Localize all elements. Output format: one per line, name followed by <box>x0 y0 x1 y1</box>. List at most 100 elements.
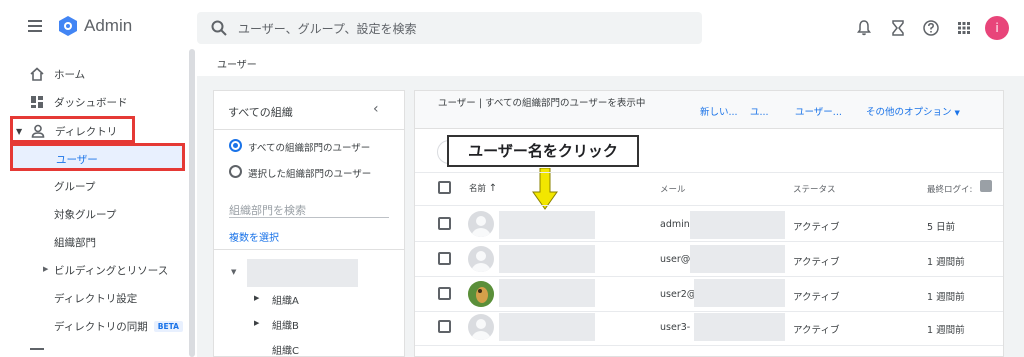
user-status: アクティブ <box>793 222 840 233</box>
org-search-placeholder: 組織部門を検索 <box>229 204 306 217</box>
sidebar-scrollbar[interactable] <box>189 49 195 357</box>
row-checkbox[interactable] <box>438 252 451 265</box>
divider <box>415 172 1003 173</box>
email-redacted <box>690 245 785 273</box>
home-icon <box>30 67 44 81</box>
sidebar-item-directory[interactable]: ▼ ディレクトリ <box>10 116 135 143</box>
column-name-label: 名前 <box>469 184 487 194</box>
sidebar-item-label: ユーザー <box>56 154 98 166</box>
user-name-redacted[interactable] <box>499 245 595 273</box>
download-users-button[interactable]: ユーザー... <box>795 104 842 118</box>
caret-down-icon[interactable]: ▼ <box>231 268 236 276</box>
column-last-login[interactable]: 最終ログイ: <box>927 183 972 195</box>
sidebar-item-label: グループ <box>54 181 96 193</box>
user-email: admin <box>660 219 690 230</box>
sidebar-item-groups[interactable]: グループ <box>0 173 185 199</box>
sidebar-item-users[interactable]: ユーザー <box>10 143 185 171</box>
down-arrow-icon <box>532 168 558 210</box>
sync-label: ディレクトリの同期 <box>54 321 148 333</box>
caret-down-icon: ▼ <box>954 109 960 117</box>
row-checkbox[interactable] <box>438 320 451 333</box>
email-redacted <box>690 211 785 239</box>
user-status: アクティブ <box>793 292 840 303</box>
user-avatar <box>468 211 494 237</box>
sidebar-item-label: ディレクトリ設定 <box>54 293 138 305</box>
sidebar-item-home[interactable]: ホーム <box>0 61 185 87</box>
org-root-redacted <box>247 259 358 287</box>
user-name-redacted[interactable] <box>499 279 595 307</box>
search-icon <box>211 20 227 36</box>
caret-right-icon[interactable]: ▶ <box>254 319 259 327</box>
account-avatar[interactable]: i <box>985 16 1009 40</box>
sidebar-item-label: ディレクトリの同期 BETA <box>54 319 183 334</box>
sidebar-item-label: ディレクトリ <box>55 126 118 138</box>
bell-icon[interactable] <box>855 19 873 37</box>
sort-arrow-icon: ↑ <box>488 183 498 194</box>
bulk-update-button[interactable]: ユ... <box>750 104 769 118</box>
hourglass-icon[interactable] <box>889 19 907 37</box>
menu-icon[interactable] <box>28 20 42 32</box>
sidebar-item-label: ビルディングとリソース <box>54 265 169 277</box>
email-redacted <box>694 313 785 341</box>
user-status: アクティブ <box>793 257 840 268</box>
app-brand: Admin <box>84 16 133 35</box>
column-email[interactable]: メール <box>660 183 686 195</box>
org-panel <box>213 90 405 357</box>
dashboard-icon <box>31 96 43 108</box>
sidebar-item-directory-sync[interactable]: ディレクトリの同期 BETA <box>0 313 185 339</box>
help-icon[interactable] <box>922 19 940 37</box>
user-avatar <box>468 314 494 340</box>
sidebar-item-target-groups[interactable]: 対象グループ <box>0 201 185 227</box>
user-last-login: 1 週間前 <box>927 325 965 336</box>
person-icon <box>31 124 45 138</box>
sidebar-item-label: ホーム <box>54 69 86 81</box>
search-placeholder: ユーザー、グループ、設定を検索 <box>238 22 417 36</box>
org-tree-item[interactable]: 組織C <box>272 342 299 357</box>
sidebar-item-buildings[interactable]: ▶ ビルディングとリソース <box>0 257 185 283</box>
more-options-button[interactable]: その他のオプション ▼ <box>866 104 960 118</box>
divider <box>415 345 1003 346</box>
user-last-login: 1 週間前 <box>927 292 965 303</box>
radio-all-users[interactable] <box>229 139 242 152</box>
radio-all-label: すべての組織部門のユーザー <box>248 143 371 154</box>
chevron-left-icon[interactable]: ‹ <box>373 101 379 117</box>
radio-selected-users[interactable] <box>229 165 242 178</box>
caret-right-icon: ▶ <box>43 265 49 273</box>
select-all-checkbox[interactable] <box>438 181 451 194</box>
user-panel-title: ユーザー | すべての組織部門のユーザーを表示中 <box>438 98 646 109</box>
multi-select-link[interactable]: 複数を選択 <box>229 229 279 244</box>
org-tree-item[interactable]: 組織A <box>272 292 299 307</box>
user-status: アクティブ <box>793 325 840 336</box>
settings-icon[interactable] <box>980 180 992 192</box>
email-redacted <box>694 279 785 307</box>
row-checkbox[interactable] <box>438 287 451 300</box>
sidebar-item-org-units[interactable]: 組織部門 <box>0 229 185 255</box>
user-email: user3- <box>660 322 691 333</box>
caret-down-icon: ▼ <box>16 127 23 136</box>
top-bar: Admin ユーザー、グループ、設定を検索 i <box>0 0 1024 56</box>
row-checkbox[interactable] <box>438 217 451 230</box>
user-avatar <box>468 281 494 307</box>
sidebar-item-label: 対象グループ <box>54 209 117 221</box>
org-tree-item[interactable]: 組織B <box>272 317 299 332</box>
apps-grid-icon[interactable] <box>955 19 973 37</box>
caret-right-icon[interactable]: ▶ <box>254 294 259 302</box>
user-avatar <box>468 246 494 272</box>
beta-badge: BETA <box>153 321 183 332</box>
sidebar-item-dashboard[interactable]: ダッシュボード <box>0 89 185 115</box>
column-name[interactable]: 名前 ↑ <box>469 182 497 194</box>
radio-selected-label: 選択した組織部門のユーザー <box>248 169 372 180</box>
divider <box>213 249 405 250</box>
collapse-icon[interactable] <box>30 348 44 350</box>
add-user-button[interactable]: 新しい... <box>700 104 738 118</box>
user-email: user@ <box>660 254 691 265</box>
user-name-redacted[interactable] <box>499 211 595 239</box>
instruction-callout: ユーザー名をクリック <box>447 135 639 167</box>
sidebar-item-label: 組織部門 <box>54 237 96 249</box>
user-email: user2@ <box>660 289 697 300</box>
sidebar-item-directory-settings[interactable]: ディレクトリ設定 <box>0 285 185 311</box>
admin-logo-icon <box>59 16 77 36</box>
column-status[interactable]: ステータス <box>793 183 836 195</box>
user-name-redacted[interactable] <box>499 313 595 341</box>
more-options-label: その他のオプション <box>866 107 952 118</box>
